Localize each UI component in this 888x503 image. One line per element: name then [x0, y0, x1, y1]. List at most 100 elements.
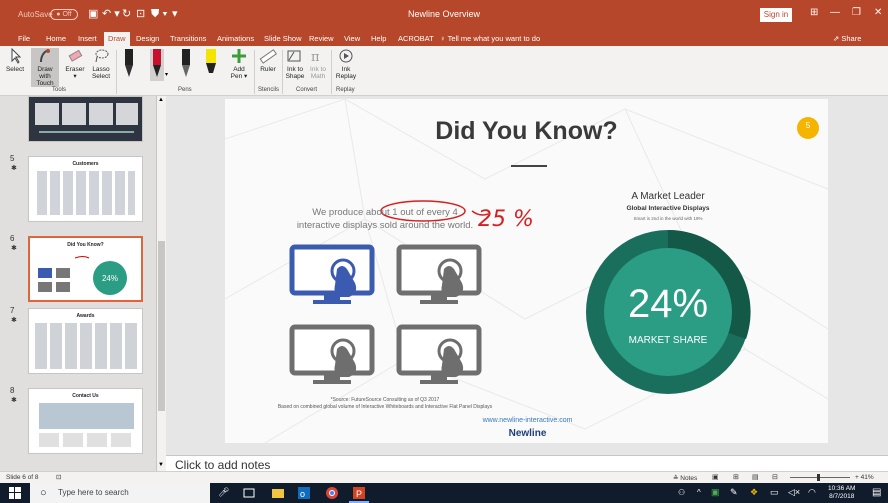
- svg-text:P: P: [356, 489, 362, 499]
- notes-toggle-button[interactable]: ≙ Notes: [673, 474, 697, 482]
- market-share-label: MARKET SHARE: [628, 335, 708, 346]
- slide-title: Did You Know?: [435, 117, 618, 145]
- tab-review[interactable]: Review: [309, 32, 334, 46]
- animation-star-icon: ✱: [11, 245, 17, 252]
- website-link[interactable]: www.newline-interactive.com: [445, 417, 610, 424]
- slide-thumbnail-5[interactable]: Customers: [28, 156, 143, 222]
- ink-replay-button[interactable]: Ink Replay: [334, 48, 358, 80]
- tab-draw[interactable]: Draw: [104, 32, 130, 46]
- volume-icon[interactable]: ◁×: [788, 487, 800, 498]
- ribbon-display-options-icon[interactable]: ⊞: [810, 7, 818, 18]
- slide-sorter-icon[interactable]: ⊞: [733, 473, 739, 481]
- stat-text-line1: We produce about 1 out of every 4: [312, 207, 458, 218]
- monitor-icon-gray-2: [289, 324, 375, 384]
- windows-start-icon[interactable]: [9, 487, 21, 499]
- battery-icon[interactable]: ▭: [770, 487, 779, 498]
- slideshow-view-icon[interactable]: ⊟: [772, 473, 778, 481]
- group-replay-label: Replay: [336, 87, 355, 93]
- monitor-icon-gray-1: [396, 244, 482, 304]
- sign-in-button[interactable]: Sign in: [760, 8, 792, 22]
- notes-pane[interactable]: Click to add notes: [166, 455, 888, 472]
- microphone-icon[interactable]: 🎤︎: [218, 487, 229, 498]
- scroll-down-icon[interactable]: ▼: [158, 462, 164, 468]
- outlook-icon[interactable]: o: [298, 487, 310, 499]
- tab-animations[interactable]: Animations: [217, 32, 254, 46]
- eraser-button[interactable]: Eraser ▾: [63, 48, 87, 80]
- slide-badge-number: 5: [805, 121, 811, 130]
- ink-to-shape-button[interactable]: Ink to Shape: [284, 48, 306, 80]
- lasso-icon: [95, 49, 109, 63]
- system-clock[interactable]: 10:36 AM 8/7/2018: [828, 485, 855, 501]
- ruler-button[interactable]: Ruler: [256, 48, 280, 73]
- minimize-icon[interactable]: —: [830, 7, 840, 18]
- slide-thumbnail-8[interactable]: Contact Us: [28, 388, 143, 454]
- pen-workspace-icon[interactable]: ✎: [730, 487, 738, 498]
- powerpoint-taskbar-icon[interactable]: P: [353, 487, 365, 499]
- zoom-slider-thumb[interactable]: [817, 474, 820, 481]
- tab-home[interactable]: Home: [46, 32, 66, 46]
- pen-dark-icon[interactable]: [179, 49, 193, 81]
- tab-file[interactable]: File: [18, 32, 30, 46]
- scroll-up-icon[interactable]: ▲: [158, 97, 164, 103]
- ink-to-math-button[interactable]: π Ink to Math: [307, 48, 329, 80]
- group-tools-label: Tools: [52, 87, 67, 93]
- ink-to-shape-icon: [287, 50, 301, 62]
- pen-options-chevron-icon[interactable]: ▾: [165, 71, 168, 78]
- ink-handwriting-25-percent: 25 %: [478, 207, 534, 232]
- search-icon: ○: [40, 487, 47, 499]
- animation-star-icon: ✱: [11, 397, 17, 404]
- lasso-select-button[interactable]: Lasso Select: [89, 48, 113, 80]
- highlighter-yellow-icon[interactable]: [204, 49, 218, 81]
- tab-insert[interactable]: Insert: [78, 32, 97, 46]
- action-center-icon[interactable]: ▤: [872, 487, 881, 498]
- dropbox-icon[interactable]: ❖: [750, 487, 758, 498]
- draw-ribbon: Select Draw with Touch Eraser ▾ Lasso Selec…: [0, 46, 888, 96]
- close-icon[interactable]: ✕: [874, 7, 882, 18]
- group-stencils-label: Stencils: [258, 87, 280, 93]
- slide-thumbnail-7[interactable]: Awards: [28, 308, 143, 374]
- spelling-icon[interactable]: ⊡: [56, 473, 61, 481]
- tab-help[interactable]: Help: [371, 32, 386, 46]
- newline-logo: Newline: [508, 428, 547, 439]
- ink-to-math-icon: π: [311, 50, 320, 64]
- reading-view-icon[interactable]: ▤: [752, 473, 759, 481]
- tab-slide-show[interactable]: Slide Show: [264, 32, 302, 46]
- select-tool-button[interactable]: Select: [3, 48, 27, 73]
- tab-transitions[interactable]: Transitions: [170, 32, 206, 46]
- monitor-icon-gray-3: [396, 324, 482, 384]
- slide-thumbnails-pane: 5 ✱ Customers 6 ✱ Did You Know? 24% 7 ✱ …: [0, 96, 156, 471]
- tab-view[interactable]: View: [344, 32, 360, 46]
- zoom-slider[interactable]: [790, 477, 850, 478]
- normal-view-icon[interactable]: ▣: [712, 473, 719, 481]
- pen-black-icon[interactable]: [122, 49, 136, 81]
- add-pen-button[interactable]: Add Pen ▾: [228, 48, 250, 80]
- slide-number-7: 7: [10, 306, 15, 315]
- scrollbar-thumb[interactable]: [158, 241, 165, 411]
- group-convert-label: Convert: [296, 87, 318, 93]
- people-icon[interactable]: ⚇: [678, 488, 685, 497]
- tell-me-search[interactable]: ♀ Tell me what you want to do: [440, 32, 540, 46]
- slide-thumbnail-6[interactable]: Did You Know? 24%: [28, 236, 143, 302]
- wifi-icon[interactable]: ◠: [808, 487, 816, 498]
- slide-number-8: 8: [10, 386, 15, 395]
- thumbnails-scrollbar[interactable]: ▲ ▼: [157, 96, 166, 471]
- taskbar-search-box[interactable]: ○ Type here to search: [30, 483, 210, 503]
- task-view-icon[interactable]: [243, 487, 255, 499]
- zoom-level[interactable]: + 41%: [855, 474, 874, 481]
- group-pens-label: Pens: [178, 87, 192, 93]
- svg-text:24%: 24%: [102, 274, 118, 283]
- tray-app-icon[interactable]: ▣: [711, 487, 720, 498]
- maximize-icon[interactable]: ❐: [852, 7, 861, 18]
- slide-thumbnail-4[interactable]: [28, 96, 143, 142]
- draw-with-touch-button[interactable]: Draw with Touch: [31, 48, 59, 87]
- show-hidden-icons-chevron-icon[interactable]: ^: [697, 488, 701, 497]
- chrome-icon[interactable]: [326, 487, 338, 499]
- share-button[interactable]: ⇗ Share: [833, 32, 861, 46]
- file-explorer-icon[interactable]: [272, 487, 284, 499]
- tab-acrobat[interactable]: ACROBAT: [398, 32, 434, 46]
- current-slide[interactable]: Did You Know? 5 We produce about 1 out o…: [225, 99, 828, 443]
- pen-red-icon[interactable]: [150, 49, 164, 81]
- slide-6-preview: 24%: [38, 256, 127, 295]
- replay-icon: [339, 49, 353, 63]
- tab-design[interactable]: Design: [136, 32, 159, 46]
